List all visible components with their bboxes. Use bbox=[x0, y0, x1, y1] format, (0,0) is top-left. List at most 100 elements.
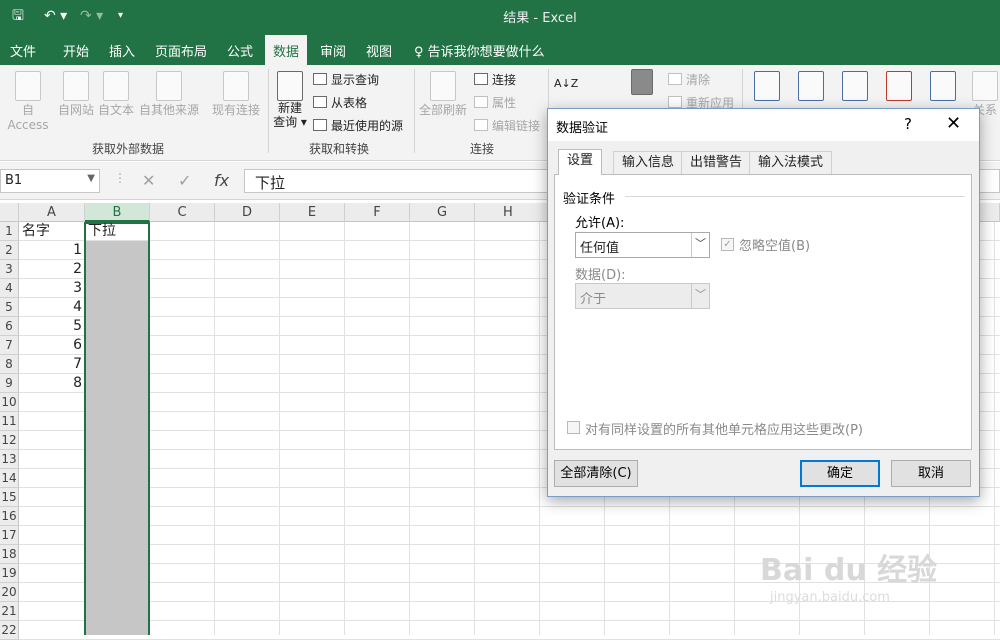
data-validation-button[interactable] bbox=[882, 71, 916, 101]
ignore-blank-checkbox[interactable]: ✓ bbox=[721, 238, 734, 251]
row-header[interactable]: 18 bbox=[0, 545, 19, 564]
cell-a-value[interactable]: 1 bbox=[19, 241, 85, 260]
row-gridline bbox=[19, 525, 1000, 526]
tell-me-search[interactable]: ♀ 告诉我你想要做什么 bbox=[414, 41, 545, 60]
chevron-down-icon[interactable]: ﹀ bbox=[691, 284, 709, 308]
cell-b1[interactable]: 下拉 bbox=[85, 222, 150, 241]
row-header[interactable]: 5 bbox=[0, 298, 19, 317]
column-header-c[interactable]: C bbox=[150, 203, 215, 222]
row-header[interactable]: 7 bbox=[0, 336, 19, 355]
clear-all-button[interactable]: 全部清除(C) bbox=[554, 460, 638, 487]
cell-a-value[interactable]: 2 bbox=[19, 260, 85, 279]
properties-button[interactable]: 属性 bbox=[474, 94, 516, 111]
refresh-all-button[interactable]: 全部刷新 bbox=[418, 71, 468, 118]
column-header-f[interactable]: F bbox=[345, 203, 410, 222]
consolidate-button[interactable] bbox=[926, 71, 960, 101]
row-header[interactable]: 10 bbox=[0, 393, 19, 412]
column-gridline bbox=[344, 222, 345, 635]
row-header[interactable]: 19 bbox=[0, 564, 19, 583]
row-header[interactable]: 11 bbox=[0, 412, 19, 431]
data-validation-dialog: 数据验证 ? ✕ 设置 输入信息 出错警告 输入法模式 验证条件 允许(A): … bbox=[547, 108, 980, 497]
tab-ime-mode[interactable]: 输入法模式 bbox=[749, 151, 833, 174]
data-operator-select[interactable]: 介于 ﹀ bbox=[575, 283, 710, 309]
existing-connections-button[interactable]: 现有连接 bbox=[208, 71, 264, 118]
cancel-icon[interactable]: ✕ bbox=[142, 171, 155, 190]
relationships-icon bbox=[972, 71, 998, 101]
text-to-columns-button[interactable] bbox=[750, 71, 784, 101]
row-header[interactable]: 4 bbox=[0, 279, 19, 298]
row-header[interactable]: 3 bbox=[0, 260, 19, 279]
row-header[interactable]: 20 bbox=[0, 583, 19, 602]
from-web-button[interactable]: 自网站 bbox=[56, 71, 96, 118]
enter-icon[interactable]: ✓ bbox=[178, 171, 191, 190]
cell-a-value[interactable]: 8 bbox=[19, 374, 85, 393]
recent-sources-button[interactable]: 最近使用的源 bbox=[313, 117, 403, 134]
filter-button[interactable] bbox=[626, 69, 658, 95]
clear-filter-icon bbox=[668, 73, 682, 85]
from-text-button[interactable]: 自文本 bbox=[96, 71, 136, 118]
column-header-d[interactable]: D bbox=[215, 203, 280, 222]
connections-icon bbox=[223, 71, 249, 101]
sort-az-icon[interactable]: A↓Z bbox=[554, 77, 578, 90]
row-header[interactable]: 1 bbox=[0, 222, 19, 241]
select-all-corner[interactable] bbox=[0, 203, 19, 222]
tab-review[interactable]: 审阅 bbox=[320, 41, 346, 60]
row-header[interactable]: 15 bbox=[0, 488, 19, 507]
column-gridline bbox=[994, 222, 995, 635]
tab-insert[interactable]: 插入 bbox=[109, 41, 135, 60]
tab-home[interactable]: 开始 bbox=[63, 41, 89, 60]
column-header-b[interactable]: B bbox=[85, 203, 150, 222]
row-header[interactable]: 14 bbox=[0, 469, 19, 488]
chevron-down-icon[interactable]: ﹀ bbox=[691, 233, 709, 257]
cell-a-value[interactable]: 4 bbox=[19, 298, 85, 317]
cell-a-value[interactable]: 7 bbox=[19, 355, 85, 374]
tab-page-layout[interactable]: 页面布局 bbox=[155, 41, 207, 60]
tab-view[interactable]: 视图 bbox=[366, 41, 392, 60]
row-header[interactable]: 2 bbox=[0, 241, 19, 260]
apply-all-checkbox[interactable] bbox=[567, 421, 580, 434]
show-query-button[interactable]: 显示查询 bbox=[313, 71, 379, 88]
column-header-a[interactable]: A bbox=[19, 203, 85, 222]
row-header[interactable]: 17 bbox=[0, 526, 19, 545]
connections-button[interactable]: 连接 bbox=[474, 71, 516, 88]
cell-a-value[interactable]: 3 bbox=[19, 279, 85, 298]
row-header[interactable]: 8 bbox=[0, 355, 19, 374]
row-header[interactable]: 22 bbox=[0, 621, 19, 640]
tab-settings[interactable]: 设置 bbox=[558, 149, 603, 175]
tab-data[interactable]: 数据 bbox=[265, 35, 308, 65]
row-header[interactable]: 12 bbox=[0, 431, 19, 450]
row-header[interactable]: 9 bbox=[0, 374, 19, 393]
help-icon[interactable]: ? bbox=[904, 115, 912, 133]
row-header[interactable]: 16 bbox=[0, 507, 19, 526]
row-header[interactable]: 6 bbox=[0, 317, 19, 336]
row-header[interactable]: 21 bbox=[0, 602, 19, 621]
row-header[interactable]: 13 bbox=[0, 450, 19, 469]
tab-input-message[interactable]: 输入信息 bbox=[613, 151, 684, 174]
tab-formulas[interactable]: 公式 bbox=[227, 41, 253, 60]
from-other-sources-button[interactable]: 自其他来源 bbox=[136, 71, 202, 118]
name-box[interactable]: B1 ▼ bbox=[0, 169, 100, 193]
ok-button[interactable]: 确定 bbox=[800, 460, 880, 487]
from-table-button[interactable]: 从表格 bbox=[313, 94, 367, 111]
cell-a1[interactable]: 名字 bbox=[19, 222, 85, 241]
column-header-e[interactable]: E bbox=[280, 203, 345, 222]
new-query-button[interactable]: 新建 查询 ▾ bbox=[272, 71, 308, 129]
text-to-columns-icon bbox=[754, 71, 780, 101]
tab-error-alert[interactable]: 出错警告 bbox=[681, 151, 752, 174]
chevron-down-icon[interactable]: ▼ bbox=[87, 173, 95, 184]
cell-a-value[interactable]: 5 bbox=[19, 317, 85, 336]
close-icon[interactable]: ✕ bbox=[946, 113, 961, 134]
column-header-g[interactable]: G bbox=[410, 203, 475, 222]
remove-duplicates-button[interactable] bbox=[838, 71, 872, 101]
reapply-icon bbox=[668, 96, 682, 108]
cell-a-value[interactable]: 6 bbox=[19, 336, 85, 355]
allow-select[interactable]: 任何值 ﹀ bbox=[575, 232, 710, 258]
from-access-button[interactable]: 自 Access bbox=[0, 71, 56, 132]
clear-filter-button[interactable]: 清除 bbox=[668, 71, 710, 88]
more-options-icon[interactable]: ⋮ bbox=[114, 171, 126, 185]
tab-file[interactable]: 文件 bbox=[10, 41, 36, 60]
insert-function-icon[interactable]: fx bbox=[214, 171, 229, 190]
cancel-button[interactable]: 取消 bbox=[891, 460, 971, 487]
flash-fill-button[interactable] bbox=[794, 71, 828, 101]
edit-links-button[interactable]: 编辑链接 bbox=[474, 117, 540, 134]
